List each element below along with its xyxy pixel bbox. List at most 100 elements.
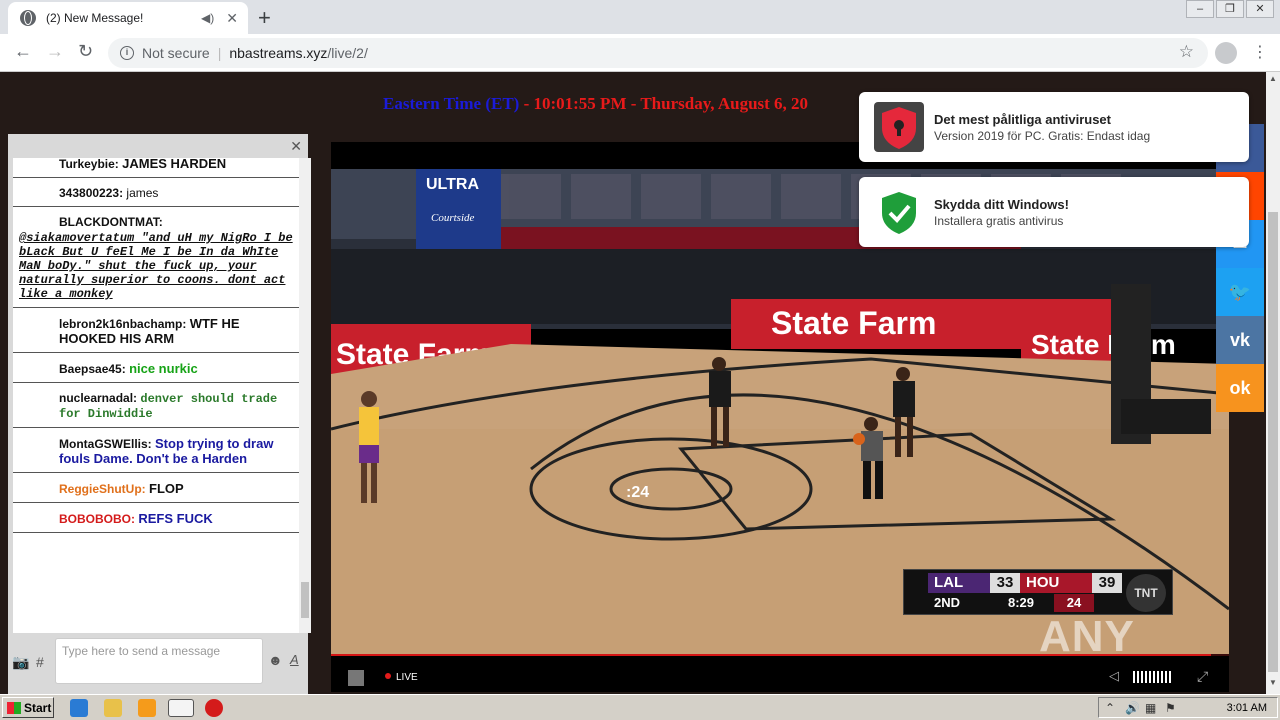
fullscreen-icon[interactable]: ⤢ xyxy=(1197,668,1208,685)
scroll-down-icon[interactable]: ▼ xyxy=(1269,678,1277,687)
info-icon[interactable]: i xyxy=(120,46,134,60)
network-tray-icon[interactable]: ▦ xyxy=(1145,701,1156,715)
camera-icon[interactable]: 📷 xyxy=(12,654,29,671)
shot-clock: 24 xyxy=(1054,594,1094,612)
windows-taskbar: Start ⌃ 🔊 ▦ ⚑ 3:01 AM xyxy=(0,694,1280,720)
new-tab-button[interactable]: + xyxy=(258,5,271,31)
ie-icon[interactable] xyxy=(70,699,88,717)
close-window-button[interactable]: ✕ xyxy=(1246,0,1274,18)
chat-username[interactable]: nuclearnadal: xyxy=(59,391,137,405)
minimize-button[interactable]: – xyxy=(1186,0,1214,18)
url-host: nbastreams.xyz xyxy=(229,45,328,61)
security-label: Not secure xyxy=(142,45,210,61)
live-indicator: LIVE xyxy=(385,672,418,683)
court-logo-text: :24 xyxy=(626,484,649,501)
media-player-icon[interactable] xyxy=(138,699,156,717)
sponsor-center-text: State Farm xyxy=(771,305,936,341)
browser-tab[interactable]: (2) New Message! ◀) ✕ xyxy=(8,2,248,34)
antivirus-notification-2[interactable]: Skydda ditt Windows! Installera gratis a… xyxy=(859,177,1249,247)
video-progress-fill xyxy=(331,654,1212,656)
team1-name: LAL xyxy=(928,573,990,593)
banner-left-text: ULTRA xyxy=(426,176,479,193)
sponsor-right-text: State Farm xyxy=(1031,329,1176,360)
address-separator: | xyxy=(217,45,222,61)
volume-slider[interactable] xyxy=(1133,671,1173,683)
window-controls: – ❐ ✕ xyxy=(1184,0,1274,18)
start-label: Start xyxy=(24,700,52,715)
hashtag-icon[interactable]: # xyxy=(36,654,44,670)
chat-message: Baepsae45: nice nurkic xyxy=(13,353,299,383)
chat-message: nuclearnadal: denver should trade for Di… xyxy=(13,383,299,428)
stop-button[interactable] xyxy=(348,670,364,686)
page-scrollbar[interactable]: ▲ ▼ xyxy=(1266,72,1280,694)
page-content: Eastern Time (ET) - 10:01:55 PM - Thursd… xyxy=(0,72,1266,694)
chat-message: MontaGSWEllis: Stop trying to draw fouls… xyxy=(13,428,299,473)
text-format-icon[interactable]: A xyxy=(290,652,299,667)
browser-tab-bar: (2) New Message! ◀) ✕ + – ❐ ✕ xyxy=(0,0,1280,34)
notification-subtitle: Installera gratis antivirus xyxy=(934,214,1064,228)
volume-tray-icon[interactable]: 🔊 xyxy=(1125,701,1140,715)
chat-message: lebron2k16nbachamp: WTF HE HOOKED HIS AR… xyxy=(13,308,299,353)
profile-avatar[interactable] xyxy=(1215,42,1237,64)
video-progress-bar[interactable] xyxy=(331,654,1229,656)
chat-text: nice nurkic xyxy=(129,361,198,376)
address-bar[interactable]: i Not secure | nbastreams.xyz /live/2/ ☆ xyxy=(108,38,1208,68)
url-path: /live/2/ xyxy=(327,45,368,61)
chat-username[interactable]: Turkeybie: xyxy=(59,158,119,171)
windows-logo-icon xyxy=(7,701,21,714)
chat-close-icon[interactable]: ✕ xyxy=(290,138,302,155)
bookmark-star-icon[interactable]: ☆ xyxy=(1179,42,1194,62)
team2-score: 39 xyxy=(1092,573,1122,593)
speaker-icon[interactable]: ◀) xyxy=(201,11,214,25)
tray-clock: 3:01 AM xyxy=(1226,702,1267,714)
chrome-icon[interactable] xyxy=(168,699,194,717)
restore-button[interactable]: ❐ xyxy=(1216,0,1244,18)
opera-icon[interactable] xyxy=(205,699,223,717)
chat-username[interactable]: ReggieShutUp: xyxy=(59,482,146,496)
team1-score: 33 xyxy=(990,573,1020,593)
spalding-base xyxy=(1121,399,1211,434)
video-controls: LIVE ◁ ⤢ xyxy=(331,654,1229,692)
tnt-logo: TNT xyxy=(1126,574,1166,612)
browser-toolbar: ← → ↻ i Not secure | nbastreams.xyz /liv… xyxy=(0,34,1280,72)
folder-icon[interactable] xyxy=(104,699,122,717)
game-period: 2ND xyxy=(934,595,961,610)
close-tab-icon[interactable]: ✕ xyxy=(226,10,238,27)
vk-share-icon[interactable]: vk xyxy=(1216,316,1264,364)
twitter-share-icon[interactable]: 🐦 xyxy=(1216,268,1264,316)
chat-scroll-thumb[interactable] xyxy=(301,582,309,618)
chat-message-list[interactable]: Turkeybie: JAMES HARDEN 343800223: james B… xyxy=(13,158,299,633)
chat-username[interactable]: BLACKDONTMAT: xyxy=(59,215,163,229)
chat-scrollbar[interactable] xyxy=(299,158,311,633)
odnoklassniki-share-icon[interactable]: ok xyxy=(1216,364,1264,412)
antivirus-notification-1[interactable]: Det mest pålitliga antiviruset Version 2… xyxy=(859,92,1249,162)
reload-icon[interactable]: ↻ xyxy=(78,41,93,62)
tray-expand-icon[interactable]: ⌃ xyxy=(1105,701,1115,715)
start-button[interactable]: Start xyxy=(2,697,54,718)
emoji-icon[interactable]: ☻ xyxy=(268,652,283,668)
back-icon[interactable]: ← xyxy=(14,41,32,62)
chat-username[interactable]: 343800223: xyxy=(59,186,123,200)
chat-message: Turkeybie: JAMES HARDEN xyxy=(13,158,299,178)
notification-title: Det mest pålitliga antiviruset xyxy=(934,112,1111,127)
chat-username[interactable]: lebron2k16nbachamp: xyxy=(59,317,186,331)
forward-icon[interactable]: → xyxy=(46,41,64,62)
flag-tray-icon[interactable]: ⚑ xyxy=(1165,701,1176,715)
page-scroll-thumb[interactable] xyxy=(1268,212,1278,672)
notification-title: Skydda ditt Windows! xyxy=(934,197,1069,212)
tab-title: (2) New Message! xyxy=(46,11,144,25)
scoreboard: LAL 33 HOU 39 2ND 8:29 24 TNT xyxy=(903,569,1173,615)
chat-text: james xyxy=(126,186,159,200)
chat-message: 343800223: james xyxy=(13,178,299,207)
chat-username[interactable]: Baepsae45: xyxy=(59,362,126,376)
game-clock: 8:29 xyxy=(1008,595,1035,610)
menu-dots-icon[interactable]: ⋮ xyxy=(1252,42,1268,62)
chat-username[interactable]: MontaGSWEllis: xyxy=(59,437,152,451)
chat-message: ReggieShutUp: FLOP xyxy=(13,473,299,503)
chat-message-input[interactable]: Type here to send a message xyxy=(55,638,263,684)
scroll-up-icon[interactable]: ▲ xyxy=(1269,74,1277,83)
chat-username[interactable]: BOBOBOBO: xyxy=(59,512,135,526)
team2-name: HOU xyxy=(1020,573,1092,593)
volume-icon[interactable]: ◁ xyxy=(1109,668,1119,684)
chat-message: BOBOBOBO: REFS FUCK xyxy=(13,503,299,533)
